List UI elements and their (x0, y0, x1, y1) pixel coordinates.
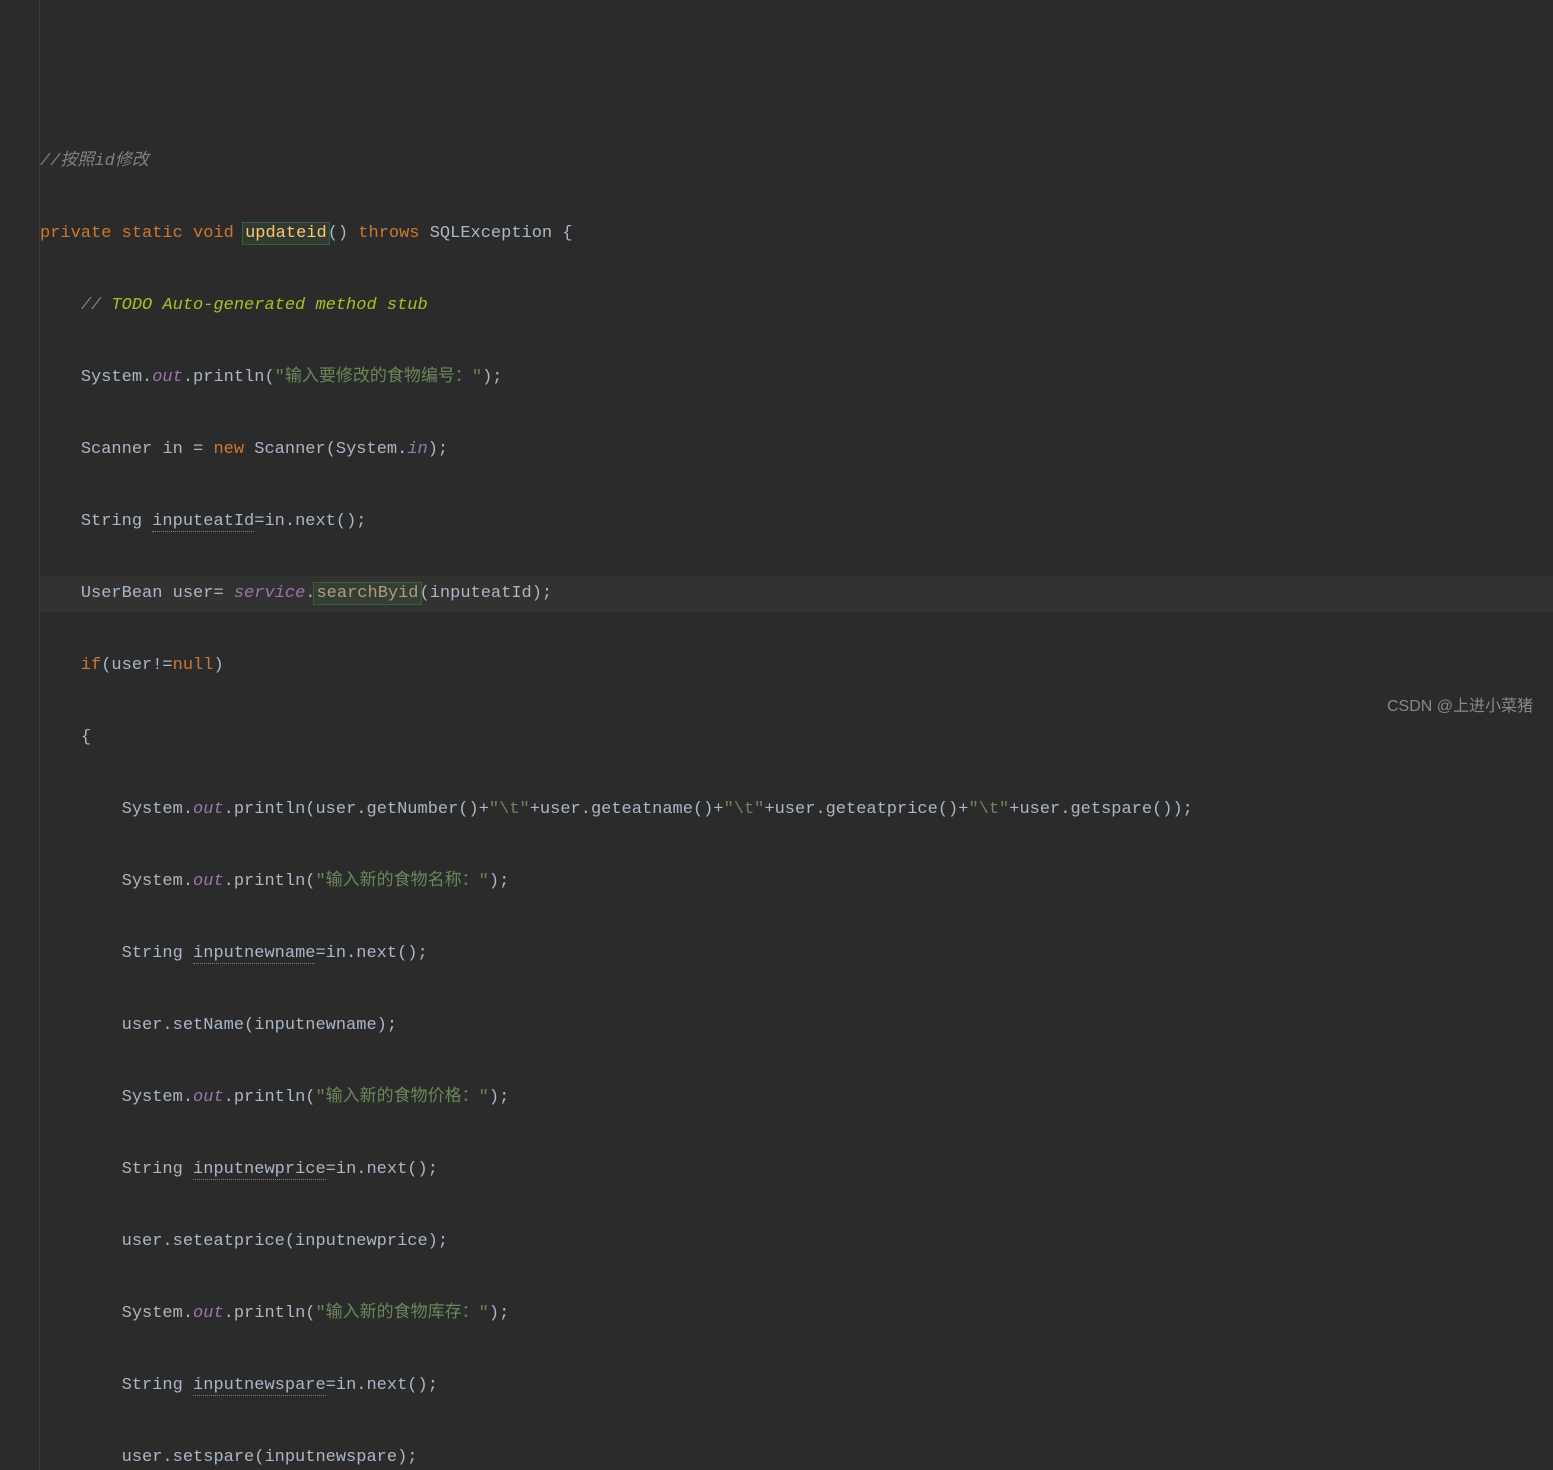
class-ref: System (336, 440, 397, 459)
method-ref: println (234, 800, 305, 819)
class-name: Scanner (81, 440, 152, 459)
var: inputnewname (193, 944, 315, 964)
code-area[interactable]: //按照id修改 private static void updateid() … (0, 108, 1553, 1470)
keyword: throws (358, 224, 419, 243)
string-literal: "输入要修改的食物编号：" (275, 368, 482, 387)
comment-prefix: // (81, 296, 112, 315)
stmt: user.seteatprice(inputnewprice); (122, 1232, 448, 1251)
string-literal: "输入新的食物库存：" (315, 1304, 488, 1323)
field: out (193, 872, 224, 891)
var: in (162, 440, 182, 459)
cond: (user!= (101, 656, 172, 675)
todo-comment: TODO Auto-generated method stub (111, 296, 427, 315)
comment-text: //按照id修改 (40, 152, 149, 171)
code-line[interactable]: { (40, 720, 1553, 756)
string-literal: "输入新的食物价格：" (315, 1088, 488, 1107)
code-line[interactable]: String inputnewprice=in.next(); (40, 1152, 1553, 1188)
var: inputeatId (152, 512, 254, 532)
punct: ); (489, 872, 509, 891)
code-line[interactable]: if(user!=null) (40, 648, 1553, 684)
punct: ; (492, 368, 502, 387)
op: = (183, 440, 214, 459)
params: (inputeatId); (420, 584, 553, 603)
expr: +user.geteatprice()+ (764, 800, 968, 819)
code-line[interactable]: user.setName(inputnewname); (40, 1008, 1553, 1044)
code-line[interactable]: System.out.println("输入新的食物名称："); (40, 864, 1553, 900)
rest: =in.next(); (326, 1160, 438, 1179)
method-ref: searchByid (313, 582, 421, 605)
rest: =in.next(); (254, 512, 366, 531)
punct: ) (213, 656, 223, 675)
code-line[interactable]: String inputnewspare=in.next(); (40, 1368, 1553, 1404)
code-editor[interactable]: //按照id修改 private static void updateid() … (0, 0, 1553, 1470)
code-line[interactable]: String inputeatId=in.next(); (40, 504, 1553, 540)
class-ref: System (122, 872, 183, 891)
rest: =in.next(); (326, 1376, 438, 1395)
keyword: private (40, 224, 111, 243)
brace: { (81, 728, 91, 747)
punct: { (552, 224, 572, 243)
punct: ); (428, 440, 448, 459)
expr: +user.getspare()); (1009, 800, 1193, 819)
field: out (193, 1088, 224, 1107)
var: inputnewspare (193, 1376, 326, 1396)
stmt: user.setspare(inputnewspare); (122, 1448, 418, 1467)
field: in (407, 440, 427, 459)
code-line[interactable]: String inputnewname=in.next(); (40, 936, 1553, 972)
method-ref: println (193, 368, 264, 387)
op: = (213, 584, 233, 603)
expr: +user.geteatname()+ (530, 800, 724, 819)
rest: =in.next(); (315, 944, 427, 963)
stmt: user.setName(inputnewname); (122, 1016, 397, 1035)
class-ref: System (122, 1088, 183, 1107)
var: user (173, 584, 214, 603)
method-ref: println (234, 1304, 305, 1323)
var: inputnewprice (193, 1160, 326, 1180)
code-line[interactable]: // TODO Auto-generated method stub (40, 288, 1553, 324)
gutter (0, 0, 40, 1470)
string-literal: "\t" (724, 800, 765, 819)
code-line-current[interactable]: UserBean user= service.searchByid(inpute… (40, 576, 1553, 612)
field: out (193, 800, 224, 819)
class-name: SQLException (430, 224, 552, 243)
code-line[interactable]: user.seteatprice(inputnewprice); (40, 1224, 1553, 1260)
method-ref: println (234, 1088, 305, 1107)
string-literal: "\t" (968, 800, 1009, 819)
method-ref: println (234, 872, 305, 891)
keyword: if (81, 656, 101, 675)
keyword: void (193, 224, 234, 243)
code-line[interactable]: user.setspare(inputnewspare); (40, 1440, 1553, 1470)
string-literal: "输入新的食物名称：" (315, 872, 488, 891)
keyword: null (173, 656, 214, 675)
type: String (122, 1376, 183, 1395)
class-ref: System (81, 368, 142, 387)
code-line[interactable]: System.out.println("输入要修改的食物编号："); (40, 360, 1553, 396)
keyword: new (213, 440, 244, 459)
class-ref: System (122, 1304, 183, 1323)
code-line[interactable]: System.out.println("输入新的食物价格："); (40, 1080, 1553, 1116)
punct: () (328, 224, 348, 243)
field: service (234, 584, 305, 603)
watermark: CSDN @上进小菜猪 (1387, 689, 1533, 725)
method-name: updateid (242, 222, 330, 245)
punct: ); (489, 1088, 509, 1107)
field: out (152, 368, 183, 387)
expr: (user.getNumber()+ (305, 800, 489, 819)
code-line[interactable]: Scanner in = new Scanner(System.in); (40, 432, 1553, 468)
string-literal: "\t" (489, 800, 530, 819)
class-name: UserBean (81, 584, 163, 603)
class-ref: System (122, 800, 183, 819)
keyword: static (122, 224, 183, 243)
type: String (122, 1160, 183, 1179)
code-line[interactable]: //按照id修改 (40, 144, 1553, 180)
field: out (193, 1304, 224, 1323)
class-name: Scanner (254, 440, 325, 459)
code-line[interactable]: System.out.println(user.getNumber()+"\t"… (40, 792, 1553, 828)
code-line[interactable]: System.out.println("输入新的食物库存："); (40, 1296, 1553, 1332)
code-line[interactable]: private static void updateid() throws SQ… (40, 216, 1553, 252)
punct: ); (489, 1304, 509, 1323)
type: String (122, 944, 183, 963)
type: String (81, 512, 142, 531)
